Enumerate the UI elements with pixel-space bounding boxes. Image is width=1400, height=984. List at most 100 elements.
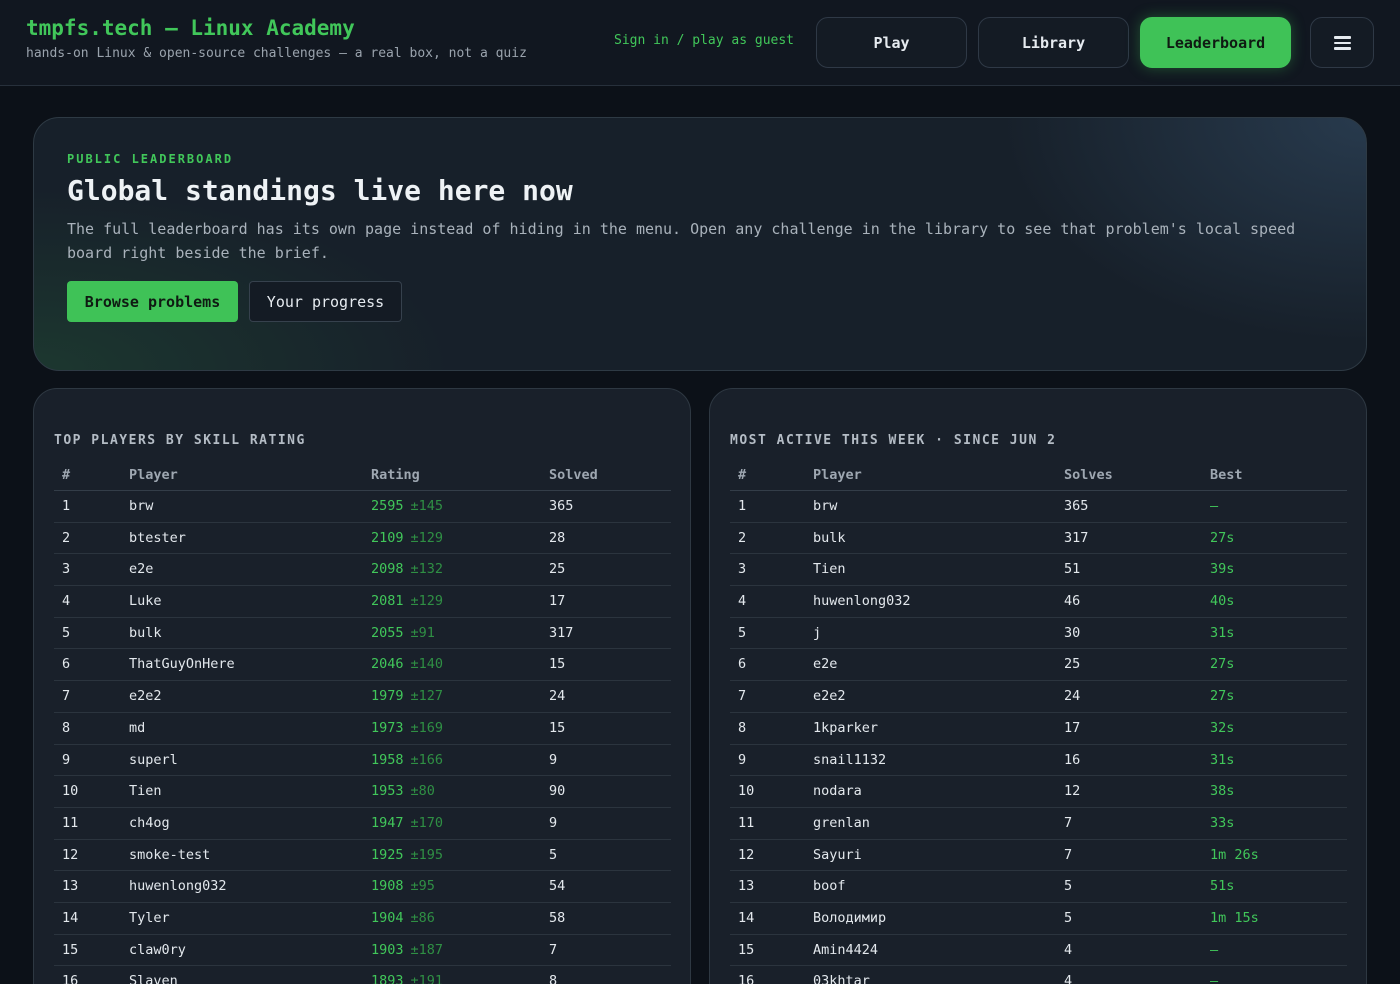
player-name[interactable]: snail1132	[813, 752, 886, 768]
player-name[interactable]: superl	[129, 752, 178, 768]
table-row[interactable]: 7 e2e2 1979 ±127 24	[54, 681, 671, 713]
table-row[interactable]: 1 brw 2595 ±145 365	[54, 491, 671, 523]
table-row[interactable]: 6 e2e 25 27s	[730, 649, 1347, 682]
browse-problems-button[interactable]: Browse problems	[67, 281, 238, 322]
player-name[interactable]: huwenlong032	[129, 878, 227, 894]
player-name[interactable]: e2e	[813, 656, 837, 672]
table-row[interactable]: 6 ThatGuyOnHere 2046 ±140 15	[54, 649, 671, 682]
rating-value: 1904	[371, 909, 404, 926]
rating-value: 2109	[371, 529, 404, 546]
rank-cell: 8	[62, 719, 71, 736]
your-progress-button[interactable]: Your progress	[249, 281, 402, 322]
rating-deviation: ±140	[410, 656, 444, 673]
player-name[interactable]: Amin4424	[813, 942, 878, 958]
best-time-cell: 32s	[1210, 719, 1235, 736]
best-time-cell: 39s	[1210, 561, 1235, 578]
table-row[interactable]: 13 boof 5 51s	[730, 871, 1347, 903]
player-name[interactable]: claw0ry	[129, 942, 186, 958]
table-row[interactable]: 8 md 1973 ±169 15	[54, 713, 671, 745]
rating-value: 1908	[371, 878, 404, 895]
solves-cell: 4	[1064, 941, 1073, 958]
table-row[interactable]: 16 03khtar 4 —	[730, 966, 1347, 984]
table-row[interactable]: 2 btester 2109 ±129 28	[54, 523, 671, 555]
table-row[interactable]: 15 claw0ry 1903 ±187 7	[54, 935, 671, 967]
player-name[interactable]: bulk	[813, 530, 846, 546]
player-name[interactable]: j	[813, 625, 821, 641]
rank-cell: 3	[738, 561, 747, 578]
player-name[interactable]: Володимир	[813, 910, 886, 926]
player-name[interactable]: ch4og	[129, 815, 170, 831]
leaderboard-nav-button[interactable]: Leaderboard	[1140, 17, 1291, 68]
rank-cell: 6	[62, 656, 71, 673]
table-row[interactable]: 15 Amin4424 4 —	[730, 935, 1347, 967]
player-name[interactable]: 1kparker	[813, 720, 878, 736]
rating-deviation: ±129	[410, 593, 444, 610]
player-name[interactable]: boof	[813, 878, 846, 894]
site-title[interactable]: tmpfs.tech — Linux Academy	[26, 16, 355, 40]
rank-cell: 10	[738, 783, 755, 800]
library-nav-button[interactable]: Library	[978, 17, 1129, 68]
table-row[interactable]: 2 bulk 317 27s	[730, 523, 1347, 555]
rank-cell: 9	[738, 751, 747, 768]
player-name[interactable]: ThatGuyOnHere	[129, 656, 235, 672]
table-row[interactable]: 12 Sayuri 7 1m 26s	[730, 840, 1347, 872]
player-name[interactable]: btester	[129, 530, 186, 546]
player-name[interactable]: e2e2	[813, 688, 846, 704]
player-name[interactable]: grenlan	[813, 815, 870, 831]
solves-cell: 17	[1064, 719, 1081, 736]
rank-cell: 3	[62, 561, 71, 578]
player-name[interactable]: md	[129, 720, 145, 736]
player-name[interactable]: Tyler	[129, 910, 170, 926]
table-row[interactable]: 14 Tyler 1904 ±86 58	[54, 903, 671, 935]
player-name[interactable]: nodara	[813, 783, 862, 799]
table-row[interactable]: 7 e2e2 24 27s	[730, 681, 1347, 713]
player-name[interactable]: Slaven	[129, 973, 178, 984]
rating-deviation: ±145	[410, 498, 444, 514]
solves-cell: 317	[1064, 529, 1089, 546]
table-row[interactable]: 10 nodara 12 38s	[730, 776, 1347, 808]
player-name[interactable]: brw	[813, 498, 837, 514]
menu-button[interactable]	[1310, 17, 1374, 68]
table-row[interactable]: 8 1kparker 17 32s	[730, 713, 1347, 745]
table-row[interactable]: 9 snail1132 16 31s	[730, 745, 1347, 777]
player-name[interactable]: Luke	[129, 593, 162, 609]
best-time-cell: —	[1210, 973, 1219, 984]
solved-cell: 54	[549, 878, 566, 895]
player-name[interactable]: e2e2	[129, 688, 162, 704]
table-row[interactable]: 14 Володимир 5 1m 15s	[730, 903, 1347, 935]
player-name[interactable]: huwenlong032	[813, 593, 911, 609]
rank-cell: 1	[738, 498, 747, 514]
table-row[interactable]: 5 bulk 2055 ±91 317	[54, 618, 671, 650]
table-row[interactable]: 1 brw 365 —	[730, 491, 1347, 523]
table-row[interactable]: 11 grenlan 7 33s	[730, 808, 1347, 840]
table-row[interactable]: 16 Slaven 1893 ±191 8	[54, 966, 671, 984]
rank-cell: 12	[738, 846, 755, 863]
table-row[interactable]: 5 j 30 31s	[730, 618, 1347, 650]
table-row[interactable]: 4 huwenlong032 46 40s	[730, 586, 1347, 618]
player-name[interactable]: Sayuri	[813, 847, 862, 863]
solves-cell: 46	[1064, 593, 1081, 610]
table-row[interactable]: 4 Luke 2081 ±129 17	[54, 586, 671, 618]
player-name[interactable]: bulk	[129, 625, 162, 641]
player-name[interactable]: smoke-test	[129, 847, 210, 863]
table-row[interactable]: 10 Tien 1953 ±80 90	[54, 776, 671, 808]
rating-deviation: ±91	[410, 624, 435, 641]
table-row[interactable]: 9 superl 1958 ±166 9	[54, 745, 671, 777]
rank-cell: 10	[62, 783, 79, 800]
table-row[interactable]: 3 Tien 51 39s	[730, 554, 1347, 587]
player-name[interactable]: brw	[129, 498, 153, 514]
rating-deviation: ±129	[410, 529, 444, 546]
player-name[interactable]: Tien	[129, 783, 162, 799]
table-row[interactable]: 3 e2e 2098 ±132 25	[54, 554, 671, 587]
player-name[interactable]: 03khtar	[813, 973, 870, 984]
table-row[interactable]: 12 smoke-test 1925 ±195 5	[54, 840, 671, 872]
solves-cell: 7	[1064, 846, 1073, 863]
player-name[interactable]: Tien	[813, 561, 846, 577]
rating-value: 1903	[371, 941, 404, 958]
player-name[interactable]: e2e	[129, 561, 153, 577]
top-players-panel: TOP PLAYERS BY SKILL RATING # Player Rat…	[33, 388, 691, 984]
play-nav-button[interactable]: Play	[816, 17, 967, 68]
table-row[interactable]: 13 huwenlong032 1908 ±95 54	[54, 871, 671, 903]
sign-in-link[interactable]: Sign in / play as guest	[614, 33, 794, 48]
table-row[interactable]: 11 ch4og 1947 ±170 9	[54, 808, 671, 840]
